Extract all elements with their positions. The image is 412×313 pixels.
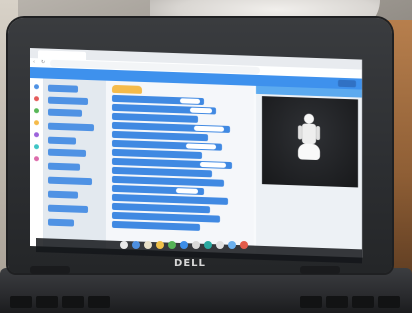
palette-block[interactable] (48, 148, 86, 157)
back-icon[interactable]: ‹ (33, 59, 39, 65)
keyboard-key (62, 296, 84, 308)
keyboard-key (88, 296, 110, 308)
robot-body (302, 123, 316, 144)
taskbar-app-icon[interactable] (144, 241, 152, 249)
keyboard-key (36, 296, 58, 308)
hinge-right (300, 266, 340, 274)
palette-block[interactable] (48, 176, 92, 186)
keyboard-key (352, 296, 374, 308)
event-block[interactable] (112, 84, 142, 94)
palette-block[interactable] (48, 96, 88, 106)
palette-block[interactable] (48, 190, 78, 199)
taskbar-app-icon[interactable] (132, 241, 140, 249)
laptop-screen: ‹ ↻ (30, 48, 362, 258)
taskbar-app-icon[interactable] (120, 241, 128, 249)
block-category-list (30, 78, 44, 247)
palette-block[interactable] (48, 136, 76, 145)
taskbar-app-icon[interactable] (156, 241, 164, 249)
category-dot[interactable] (34, 156, 39, 162)
block-input[interactable] (200, 161, 226, 168)
keyboard-key (378, 296, 400, 308)
taskbar-app-icon[interactable] (204, 241, 212, 249)
keyboard-key (300, 296, 322, 308)
category-dot[interactable] (34, 84, 39, 90)
robot-base (298, 143, 320, 161)
hinge-left (30, 266, 70, 274)
taskbar-app-icon[interactable] (192, 241, 200, 249)
palette-block[interactable] (48, 108, 82, 117)
app-header-button[interactable] (338, 79, 356, 88)
robot-head (304, 113, 314, 124)
category-dot[interactable] (34, 144, 39, 150)
robot-arm (316, 125, 320, 141)
reload-icon[interactable]: ↻ (41, 59, 47, 65)
block-input[interactable] (176, 188, 198, 194)
category-dot[interactable] (34, 96, 39, 102)
category-dot[interactable] (34, 132, 39, 138)
block-input[interactable] (190, 107, 212, 114)
taskbar-app-icon[interactable] (216, 241, 224, 249)
taskbar-app-icon[interactable] (168, 241, 176, 249)
taskbar-app-icon[interactable] (228, 241, 236, 249)
taskbar-app-icon[interactable] (240, 241, 248, 249)
category-dot[interactable] (34, 120, 39, 126)
block-input[interactable] (186, 143, 216, 150)
taskbar-app-icon[interactable] (180, 241, 188, 249)
keyboard-key (10, 296, 32, 308)
palette-block[interactable] (48, 84, 78, 93)
dell-logo: DELL (174, 258, 206, 269)
category-dot[interactable] (34, 108, 39, 114)
keyboard-key (326, 296, 348, 308)
palette-block[interactable] (48, 162, 80, 171)
block-input[interactable] (180, 98, 200, 104)
palette-block[interactable] (48, 218, 74, 227)
block-input[interactable] (194, 125, 224, 132)
palette-block[interactable] (48, 204, 88, 214)
